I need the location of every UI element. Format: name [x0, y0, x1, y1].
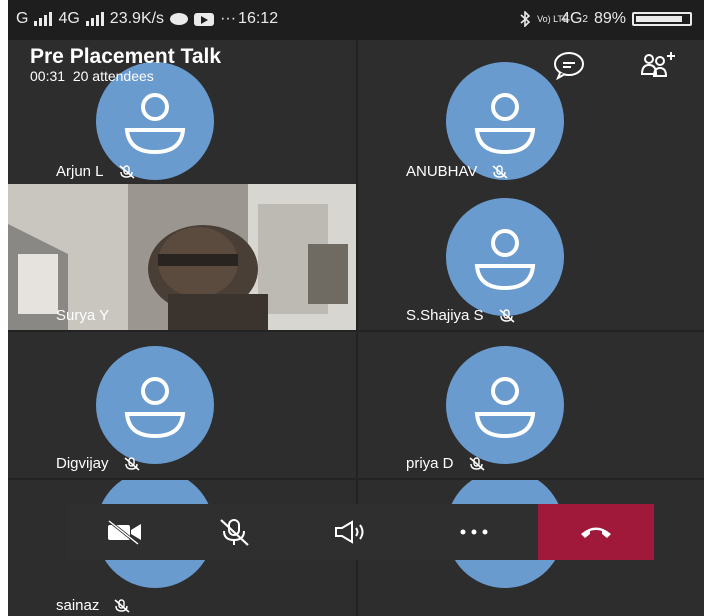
sim-slot: 2	[582, 13, 588, 25]
network-type-2: 4G	[561, 10, 583, 27]
participant-name: S.Shajiya S	[406, 307, 484, 324]
participant-tile[interactable]: S.Shajiya S	[358, 184, 704, 330]
status-left: G 4G 23.9K/s ··· 16:12	[16, 10, 278, 28]
meeting-title: Pre Placement Talk	[30, 45, 222, 68]
call-screen: G 4G 23.9K/s ··· 16:12 Vo) LTE 4G 2 89% Pr…	[8, 0, 704, 616]
participant-name-row: S.Shajiya S	[406, 307, 516, 324]
chat-notification-icon	[170, 13, 189, 25]
participant-name-row: priya D	[406, 455, 486, 472]
participant-name-row: Surya Y	[56, 307, 109, 324]
participant-tile[interactable]: priya D	[358, 332, 704, 478]
mic-muted-icon	[499, 308, 515, 323]
participant-name: sainaz	[56, 597, 100, 614]
camera-toggle-button[interactable]	[74, 504, 174, 560]
attendee-count: 20 attendees	[72, 68, 154, 84]
battery-icon	[632, 12, 692, 26]
mic-toggle-button[interactable]	[184, 504, 284, 560]
signal-icon	[34, 12, 53, 26]
meeting-info: 00:31 20 attendees	[30, 68, 154, 84]
camera-off-icon	[108, 519, 141, 545]
video-app-icon	[194, 12, 215, 26]
avatar	[446, 346, 564, 464]
mic-muted-icon	[119, 164, 135, 179]
participant-name: priya D	[406, 455, 454, 472]
person-icon	[124, 377, 186, 439]
person-icon	[474, 229, 536, 291]
call-duration: 00:31	[30, 68, 66, 84]
participant-name: Digvijay	[56, 455, 109, 472]
hang-up-icon	[581, 527, 611, 538]
call-header: Pre Placement Talk 00:31 20 attendees	[8, 40, 704, 90]
speaker-icon	[335, 520, 364, 544]
participant-name-row: Digvijay	[56, 455, 141, 472]
volte-label: Vo) LTE	[537, 13, 569, 24]
participant-name: Arjun L	[56, 163, 104, 180]
signal-icon-2	[85, 12, 104, 26]
data-speed: 23.9K/s	[109, 10, 165, 27]
person-icon	[474, 377, 536, 439]
network-type: 4G	[58, 10, 80, 27]
mic-muted-icon	[492, 164, 508, 179]
call-controls	[68, 504, 654, 560]
participant-name-row: Arjun L	[56, 163, 136, 180]
more-icon	[460, 529, 488, 535]
video-tile[interactable]: Surya Y	[8, 184, 356, 330]
participant-name: Surya Y	[56, 307, 110, 324]
mic-muted-icon	[468, 456, 485, 471]
bluetooth-icon	[520, 11, 531, 27]
mic-off-icon	[220, 519, 249, 546]
participant-name-row: ANUBHAV	[406, 163, 509, 180]
participant-name: ANUBHAV	[406, 163, 478, 180]
more-options-button[interactable]	[424, 504, 524, 560]
participant-name-row: sainaz	[56, 597, 131, 614]
mic-muted-icon	[114, 598, 130, 613]
clock: 16:12	[238, 10, 279, 27]
battery-percent: 89%	[593, 10, 626, 27]
battery-fill	[636, 16, 682, 22]
avatar	[446, 198, 564, 316]
avatar	[96, 346, 214, 464]
status-bar: G 4G 23.9K/s ··· 16:12 Vo) LTE 4G 2 89%	[8, 0, 704, 40]
mic-muted-icon	[123, 456, 140, 471]
add-participant-icon[interactable]	[640, 50, 678, 80]
speaker-button[interactable]	[300, 504, 400, 560]
notification-dots: ···	[220, 10, 237, 27]
participant-tile[interactable]: Digvijay	[8, 332, 356, 478]
carrier-label: G	[16, 10, 29, 27]
status-right: Vo) LTE 4G 2 89%	[519, 10, 692, 28]
hang-up-button[interactable]	[538, 504, 654, 560]
chat-icon[interactable]	[552, 50, 586, 80]
